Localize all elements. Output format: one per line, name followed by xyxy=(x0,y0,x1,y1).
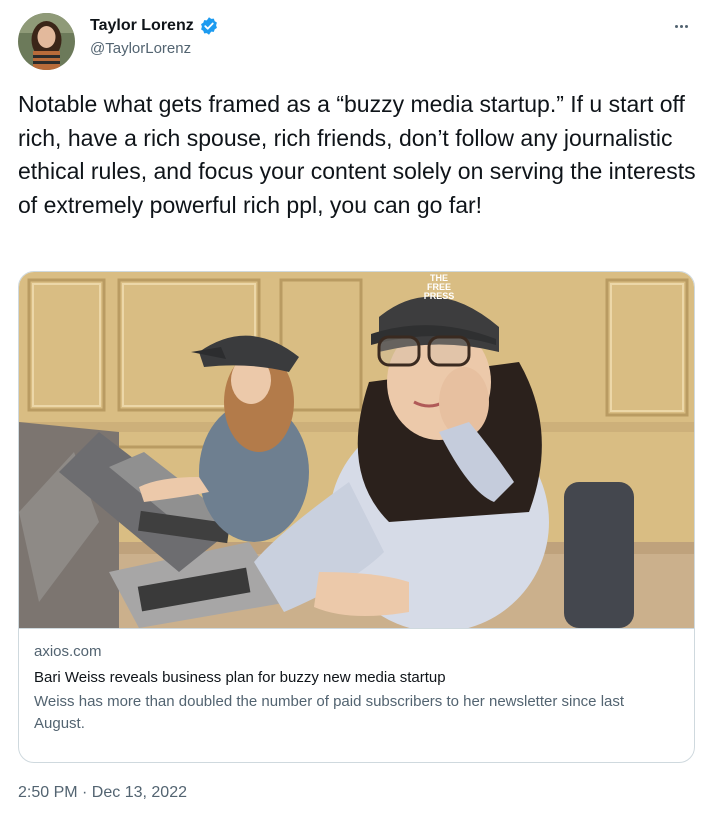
card-domain: axios.com xyxy=(34,643,102,660)
tweet: Taylor Lorenz @TaylorLorenz Notable what… xyxy=(0,0,709,824)
card-body: axios.com Bari Weiss reveals business pl… xyxy=(19,628,694,735)
display-name[interactable]: Taylor Lorenz xyxy=(90,17,194,35)
card-description: Weiss has more than doubled the number o… xyxy=(34,693,625,732)
avatar[interactable] xyxy=(18,13,75,70)
timestamp[interactable]: 2:50 PM · Dec 13, 2022 xyxy=(18,784,187,802)
author-block: Taylor Lorenz @TaylorLorenz xyxy=(90,16,219,57)
hat-text-line-3: PRESS xyxy=(424,291,455,301)
handle[interactable]: @TaylorLorenz xyxy=(90,40,219,57)
display-name-row: Taylor Lorenz xyxy=(90,16,219,36)
link-preview-card[interactable]: THE FREE PRESS axios.com Bari Weiss reve… xyxy=(18,271,695,763)
more-options-icon[interactable] xyxy=(669,14,693,38)
card-photo: THE FREE PRESS xyxy=(19,272,694,632)
card-title[interactable]: Bari Weiss reveals business plan for buz… xyxy=(34,668,681,688)
tweet-text: Notable what gets framed as a “buzzy med… xyxy=(18,91,696,218)
card-image[interactable]: THE FREE PRESS xyxy=(19,272,694,632)
verified-badge-icon xyxy=(199,16,219,36)
